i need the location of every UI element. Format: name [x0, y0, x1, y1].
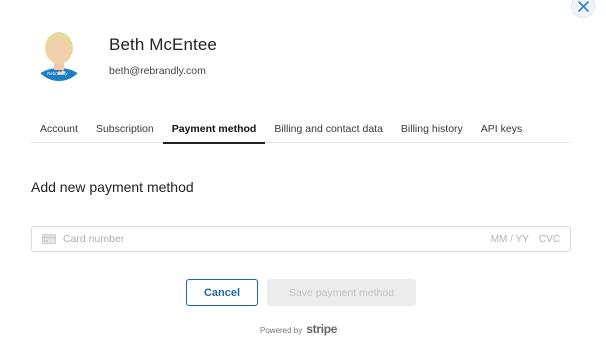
tab-payment-method[interactable]: Payment method	[162, 115, 266, 144]
stripe-logo: stripe	[306, 322, 338, 336]
tab-billing-and-contact-data[interactable]: Billing and contact data	[265, 115, 392, 143]
close-button[interactable]	[571, 0, 595, 18]
user-email: beth@rebrandly.com	[109, 65, 206, 77]
settings-tabs: Account Subscription Payment method Bill…	[31, 115, 571, 144]
expiry-input[interactable]: MM / YY	[491, 234, 529, 245]
avatar-shirt-text: Rebrandly	[47, 71, 68, 76]
tab-api-keys[interactable]: API keys	[472, 115, 531, 143]
user-name: Beth McEntee	[109, 35, 217, 54]
save-payment-method-button[interactable]: Save payment method	[267, 279, 416, 306]
card-meta: MM / YY CVC	[491, 234, 560, 245]
close-icon	[577, 0, 589, 12]
tab-account[interactable]: Account	[31, 115, 87, 143]
powered-by-label: Powered by	[260, 326, 303, 335]
card-number-input[interactable]	[63, 233, 491, 245]
cvc-input[interactable]: CVC	[539, 234, 560, 245]
tab-subscription[interactable]: Subscription	[87, 115, 163, 143]
powered-by-stripe: Powered by stripe	[260, 322, 337, 336]
avatar: Rebrandly	[34, 28, 84, 82]
section-title: Add new payment method	[31, 179, 194, 195]
tab-billing-history[interactable]: Billing history	[392, 115, 472, 143]
credit-card-icon	[42, 234, 56, 244]
card-field[interactable]: MM / YY CVC	[31, 226, 571, 252]
cancel-button[interactable]: Cancel	[186, 279, 258, 306]
